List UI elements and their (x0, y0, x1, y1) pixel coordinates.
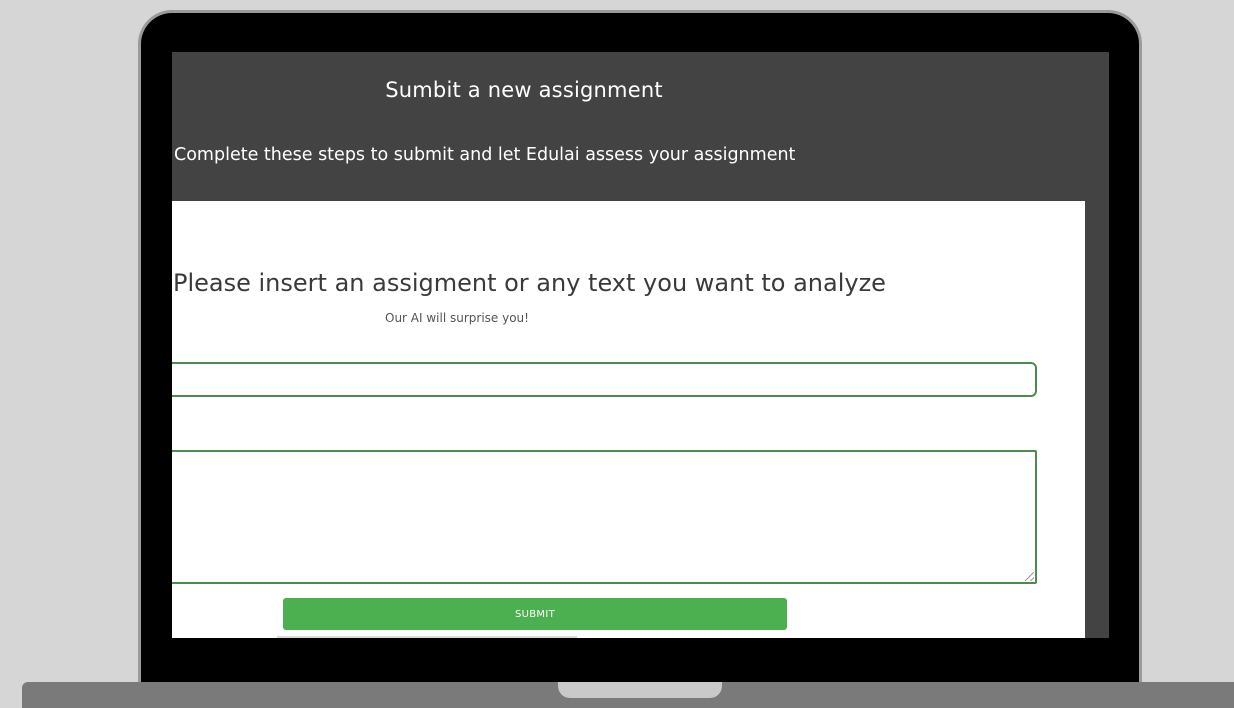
laptop-notch (558, 682, 722, 698)
page-title: Sumbit a new assignment (385, 78, 663, 102)
assignment-form-card: Please insert an assigment or any text y… (172, 201, 1085, 638)
divider (277, 636, 577, 638)
submit-button[interactable]: SUBMIT (283, 598, 787, 630)
resize-handle-icon[interactable] (1025, 572, 1034, 581)
laptop-screen: Sumbit a new assignment Complete these s… (172, 52, 1109, 638)
stage: Sumbit a new assignment Complete these s… (0, 0, 1234, 708)
form-heading: Please insert an assigment or any text y… (173, 269, 886, 297)
form-tagline: Our AI will surprise you! (385, 311, 529, 325)
assignment-title-input[interactable] (172, 362, 1037, 397)
assignment-text-area[interactable] (172, 450, 1037, 584)
page-subtitle: Complete these steps to submit and let E… (174, 145, 796, 165)
